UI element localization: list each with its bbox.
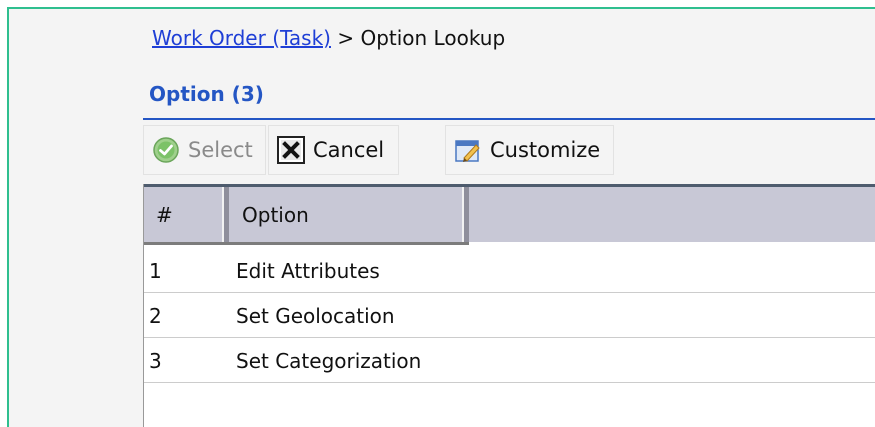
edit-window-icon bbox=[455, 140, 480, 162]
lookup-window: Work Order (Task) > Option Lookup Option… bbox=[7, 7, 875, 427]
customize-button-label: Customize bbox=[490, 138, 601, 162]
section-title: Option (3) bbox=[149, 82, 264, 106]
row-option: Set Geolocation bbox=[236, 304, 395, 328]
column-header-number[interactable]: # bbox=[144, 187, 224, 242]
table-row[interactable]: 1 Edit Attributes bbox=[144, 248, 875, 293]
select-button[interactable]: Select bbox=[143, 125, 266, 175]
breadcrumb-link-work-order[interactable]: Work Order (Task) bbox=[152, 26, 331, 50]
grid-header: # Option bbox=[144, 187, 875, 245]
options-grid: # Option 1 Edit Attributes 2 Set Geoloca… bbox=[143, 184, 875, 427]
row-number: 3 bbox=[149, 349, 162, 373]
breadcrumb-separator: > bbox=[330, 26, 361, 50]
row-option: Edit Attributes bbox=[236, 259, 380, 283]
breadcrumb-current: Option Lookup bbox=[360, 26, 506, 50]
close-box-icon bbox=[277, 136, 305, 164]
table-row[interactable]: 3 Set Categorization bbox=[144, 338, 875, 383]
section-divider bbox=[143, 118, 875, 120]
column-resize-handle[interactable] bbox=[464, 187, 469, 242]
breadcrumb: Work Order (Task) > Option Lookup bbox=[152, 26, 505, 50]
cancel-button[interactable]: Cancel bbox=[268, 125, 399, 175]
header-underline bbox=[144, 242, 469, 245]
customize-button[interactable]: Customize bbox=[445, 125, 614, 175]
table-row[interactable]: 2 Set Geolocation bbox=[144, 293, 875, 338]
row-number: 2 bbox=[149, 304, 162, 328]
row-number: 1 bbox=[149, 259, 162, 283]
check-circle-icon bbox=[153, 137, 179, 163]
column-header-option[interactable]: Option bbox=[229, 187, 464, 242]
select-button-label: Select bbox=[188, 138, 253, 162]
row-option: Set Categorization bbox=[236, 349, 422, 373]
cancel-button-label: Cancel bbox=[313, 138, 385, 162]
